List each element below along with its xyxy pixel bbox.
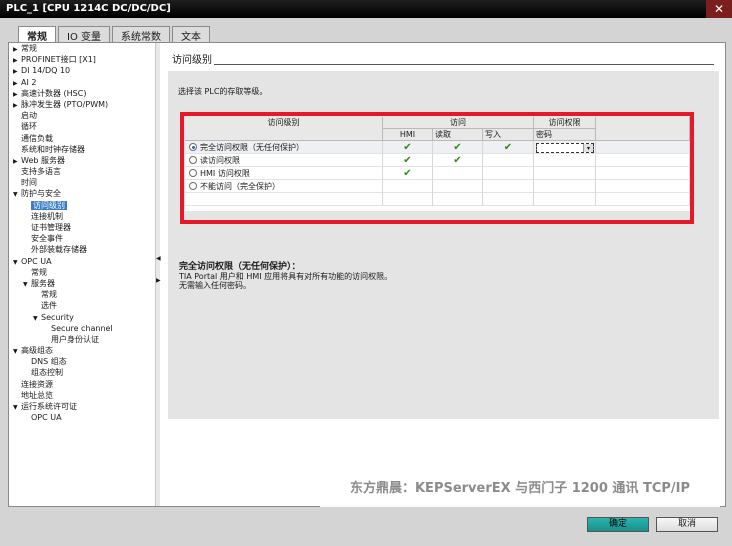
tree-item[interactable]: 常规 <box>9 289 154 300</box>
info-line-2: 无需输入任何密码。 <box>179 281 251 290</box>
navigation-tree: ▶ 常规 ▶ PROFINET接口 [X1] ▶ DI 14/DQ 10 ▶ AI 2 ▶ 高速计… <box>9 43 154 506</box>
section-description: 选择该 PLC的存取等级。 <box>178 87 268 96</box>
tree-item[interactable]: 连接机制 <box>9 211 154 222</box>
tree-item-label: 外部装载存储器 <box>31 245 87 255</box>
tree-item[interactable]: 选件 <box>9 300 154 311</box>
tree-item[interactable]: 常规 <box>9 267 154 278</box>
tree-item[interactable]: 证书管理器 <box>9 222 154 233</box>
section-divider <box>214 64 714 65</box>
tree-item[interactable]: 连接资源 <box>9 379 154 390</box>
tree-item-label: 高速计数器 (HSC) <box>21 88 87 98</box>
tree-item[interactable]: ▶ 高速计数器 (HSC) <box>9 88 154 99</box>
tree-item-label: Secure channel <box>51 323 113 333</box>
tree-item-label: 系统和时钟存储器 <box>21 144 85 154</box>
tree-item[interactable]: 启动 <box>9 110 154 121</box>
tree-item-label: 安全事件 <box>31 234 63 244</box>
tree-item[interactable]: 地址总览 <box>9 390 154 401</box>
info-box: 完全访问权限（无任何保护）： TIA Portal 用户和 HMI 应用将具有对… <box>179 262 393 291</box>
tree-item[interactable]: 循环 <box>9 121 154 132</box>
tree-item[interactable]: DNS 组态 <box>9 356 154 367</box>
tree-item-label: 服务器 <box>31 278 55 288</box>
tree-item-label: 访问级别 <box>31 200 67 210</box>
cancel-button[interactable]: 取消 <box>656 517 718 532</box>
tree-item[interactable]: ▶ AI 2 <box>9 77 154 88</box>
tab-system-constants[interactable]: 系统常数 <box>112 26 170 43</box>
tree-item-label: Security <box>41 312 74 322</box>
ok-button[interactable]: 确定 <box>587 517 649 532</box>
tree-item-label: 时间 <box>21 178 37 188</box>
dialog-footer: 确定 取消 <box>0 507 732 546</box>
tree-item-label: 循环 <box>21 122 37 132</box>
tree-item-label: 常规 <box>41 290 57 300</box>
tree-item-label: 常规 <box>31 267 47 277</box>
tree-item[interactable]: ▶ DI 14/DQ 10 <box>9 65 154 76</box>
tree-item-label: 常规 <box>21 44 37 53</box>
watermark: 东方鼎晨：KEPServerEX 与西门子 1200 通讯 TCP/IP <box>320 471 720 507</box>
tab-io-tags[interactable]: IO 变量 <box>58 26 110 43</box>
tree-item-label: 通信负载 <box>21 133 53 143</box>
tree-item[interactable]: ▼ 防护与安全 <box>9 188 154 199</box>
tree-item-label: 用户身份认证 <box>51 334 99 344</box>
splitter[interactable]: ◀ ▶ <box>155 43 161 506</box>
tab-bar: 常规 IO 变量 系统常数 文本 <box>18 26 212 43</box>
expand-right-icon[interactable]: ▶ <box>156 277 161 284</box>
tree-item[interactable]: 访问级别 <box>9 200 154 211</box>
collapse-left-icon[interactable]: ◀ <box>156 255 161 262</box>
tree-item-label: 连接机制 <box>31 211 63 221</box>
info-title: 完全访问权限（无任何保护）： <box>179 262 301 272</box>
tree-item[interactable]: 支持多语言 <box>9 166 154 177</box>
close-icon[interactable]: ✕ <box>706 0 732 18</box>
section-title: 访问级别 <box>172 55 212 66</box>
tree-item[interactable]: ▼ 高级组态 <box>9 345 154 356</box>
tree-item[interactable]: ▶ 脉冲发生器 (PTO/PWM) <box>9 99 154 110</box>
highlight-box <box>180 112 694 224</box>
window-title: PLC_1 [CPU 1214C DC/DC/DC] <box>6 3 171 14</box>
tree-item-label: DNS 组态 <box>31 357 67 367</box>
tree-item[interactable]: ▶ 常规 <box>9 43 154 54</box>
info-line-1: TIA Portal 用户和 HMI 应用将具有对所有功能的访问权限。 <box>179 272 393 281</box>
tree-item-label: 脉冲发生器 (PTO/PWM) <box>21 99 109 109</box>
tree-item[interactable]: Secure channel <box>9 323 154 334</box>
tree-item-label: Web 服务器 <box>21 155 65 165</box>
window-titlebar: PLC_1 [CPU 1214C DC/DC/DC] ✕ <box>0 0 732 18</box>
tree-item[interactable]: 外部装载存储器 <box>9 244 154 255</box>
tree-item[interactable]: ▼ 运行系统许可证 <box>9 401 154 412</box>
tree-item-label: OPC UA <box>21 256 52 266</box>
tree-item[interactable]: ▼ OPC UA <box>9 256 154 267</box>
tree-item[interactable]: OPC UA <box>9 412 154 423</box>
tree-item[interactable]: 用户身份认证 <box>9 334 154 345</box>
tree-item-label: 选件 <box>41 301 57 311</box>
tree-item[interactable]: 时间 <box>9 177 154 188</box>
tree-item-label: 支持多语言 <box>21 167 61 177</box>
tree-item[interactable]: ▼ Security <box>9 312 154 323</box>
tree-item[interactable]: 通信负载 <box>9 133 154 144</box>
tree-item-label: OPC UA <box>31 413 62 423</box>
tree-item-label: PROFINET接口 [X1] <box>21 55 96 65</box>
tree-item[interactable]: 安全事件 <box>9 233 154 244</box>
tree-item[interactable]: ▶ Web 服务器 <box>9 155 154 166</box>
tree-item-label: 高级组态 <box>21 346 53 356</box>
tree-item-label: DI 14/DQ 10 <box>21 66 71 76</box>
tree-item-label: 连接资源 <box>21 379 53 389</box>
tab-general[interactable]: 常规 <box>18 26 56 43</box>
tree-item-label: AI 2 <box>21 77 37 87</box>
tree-item-label: 组态控制 <box>31 368 63 378</box>
tree-item[interactable]: 组态控制 <box>9 367 154 378</box>
tree-item[interactable]: ▶ PROFINET接口 [X1] <box>9 54 154 65</box>
tree-item-label: 防护与安全 <box>21 189 61 199</box>
tree-item-label: 证书管理器 <box>31 223 71 232</box>
tree-item-label: 启动 <box>21 111 37 121</box>
tree-item[interactable]: ▼ 服务器 <box>9 278 154 289</box>
tree-item-label: 地址总览 <box>21 390 53 400</box>
tab-texts[interactable]: 文本 <box>172 26 210 43</box>
tree-item[interactable]: 系统和时钟存储器 <box>9 144 154 155</box>
tree-item-label: 运行系统许可证 <box>21 402 77 411</box>
